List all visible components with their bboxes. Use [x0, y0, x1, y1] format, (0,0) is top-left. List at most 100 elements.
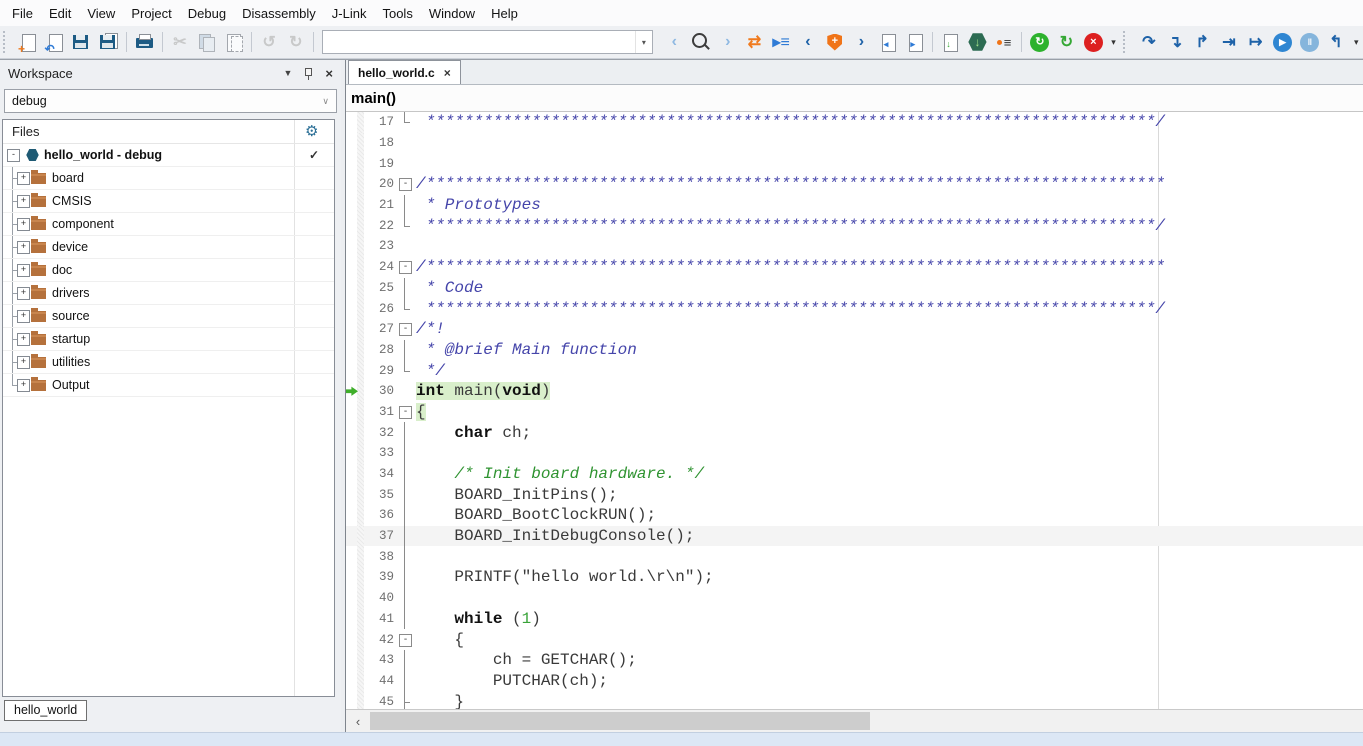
search-button[interactable]: [688, 29, 715, 56]
navigate-backward-button[interactable]: ‹: [795, 29, 822, 56]
breakpoint-margin[interactable]: [346, 112, 357, 133]
breakpoint-margin[interactable]: [346, 174, 357, 195]
run-to-cursor-button[interactable]: ⇥: [1216, 29, 1243, 56]
menu-item-tools[interactable]: Tools: [374, 2, 420, 25]
expand-box-icon[interactable]: +: [17, 172, 30, 185]
open-file-button[interactable]: ↶: [42, 29, 69, 56]
fold-collapse-icon[interactable]: -: [399, 178, 412, 191]
code-text[interactable]: ****************************************…: [416, 113, 1165, 131]
breakpoint-margin[interactable]: [346, 609, 357, 630]
code-text[interactable]: */: [416, 362, 445, 380]
expand-box-icon[interactable]: +: [17, 241, 30, 254]
code-text[interactable]: int main(void): [416, 382, 550, 400]
breakpoint-margin[interactable]: [346, 278, 357, 299]
tree-item-output[interactable]: +Output: [3, 374, 334, 397]
pin-icon[interactable]: [304, 67, 313, 80]
menu-item-debug[interactable]: Debug: [180, 2, 234, 25]
scroll-left-button[interactable]: ‹: [346, 710, 370, 732]
code-text[interactable]: * @brief Main function: [416, 341, 637, 359]
reset-button[interactable]: ↰: [1323, 29, 1350, 56]
code-text[interactable]: /*!: [416, 320, 445, 338]
menu-item-disassembly[interactable]: Disassembly: [234, 2, 324, 25]
breakpoint-margin[interactable]: [346, 215, 357, 236]
menu-item-file[interactable]: File: [4, 2, 41, 25]
horizontal-scrollbar[interactable]: ‹: [346, 709, 1363, 732]
tree-item-component[interactable]: +component: [3, 213, 334, 236]
project-root-row[interactable]: - hello_world - debug ✓: [3, 144, 334, 167]
tree-item-board[interactable]: +board: [3, 167, 334, 190]
step-out-button[interactable]: ↱: [1189, 29, 1216, 56]
code-text[interactable]: /* Init board hardware. */: [416, 465, 704, 483]
code-area[interactable]: 17 *************************************…: [346, 112, 1363, 709]
previous-document-button[interactable]: ◂: [875, 29, 902, 56]
breakpoint-margin[interactable]: [346, 691, 357, 709]
code-text[interactable]: * Code: [416, 279, 483, 297]
breakpoint-margin[interactable]: [346, 153, 357, 174]
breakpoint-margin[interactable]: [346, 588, 357, 609]
menu-item-j-link[interactable]: J-Link: [324, 2, 375, 25]
menu-item-window[interactable]: Window: [421, 2, 483, 25]
fold-collapse-icon[interactable]: -: [399, 323, 412, 336]
breakpoint-margin[interactable]: [346, 360, 357, 381]
code-text[interactable]: BOARD_InitPins();: [416, 486, 618, 504]
paste-button[interactable]: [220, 29, 247, 56]
copy-button[interactable]: [193, 29, 220, 56]
expand-box-icon[interactable]: +: [17, 218, 30, 231]
expand-box-icon[interactable]: +: [17, 379, 30, 392]
step-into-button[interactable]: ↴: [1162, 29, 1189, 56]
tree-item-device[interactable]: +device: [3, 236, 334, 259]
breakpoint-margin[interactable]: [346, 567, 357, 588]
code-text[interactable]: }: [416, 693, 464, 709]
code-text[interactable]: * Prototypes: [416, 196, 541, 214]
menu-item-view[interactable]: View: [79, 2, 123, 25]
find-previous-button[interactable]: ‹: [661, 29, 688, 56]
breakpoint-margin[interactable]: [346, 381, 357, 402]
panel-close-icon[interactable]: ×: [325, 66, 333, 81]
code-text[interactable]: ch = GETCHAR();: [416, 651, 637, 669]
tree-item-cmsis[interactable]: +CMSIS: [3, 190, 334, 213]
toggle-breakpoint-button[interactable]: +: [821, 29, 848, 56]
breakpoint-margin[interactable]: [346, 340, 357, 361]
save-all-button[interactable]: [95, 29, 122, 56]
go-button[interactable]: ▶: [1269, 29, 1296, 56]
breakpoint-margin[interactable]: [346, 257, 357, 278]
breakpoint-margin[interactable]: [346, 443, 357, 464]
code-text[interactable]: char ch;: [416, 424, 531, 442]
print-button[interactable]: [131, 29, 158, 56]
expand-box-icon[interactable]: +: [17, 264, 30, 277]
next-document-button[interactable]: ▸: [902, 29, 929, 56]
menu-item-project[interactable]: Project: [123, 2, 179, 25]
undo-button[interactable]: ↺: [256, 29, 283, 56]
tree-item-startup[interactable]: +startup: [3, 328, 334, 351]
code-text[interactable]: PRINTF("hello world.\r\n");: [416, 568, 714, 586]
breakpoint-margin[interactable]: [346, 526, 357, 547]
source-browser-button[interactable]: ≡: [991, 29, 1018, 56]
expand-box-icon[interactable]: +: [17, 310, 30, 323]
menu-item-help[interactable]: Help: [483, 2, 526, 25]
tree-item-utilities[interactable]: +utilities: [3, 351, 334, 374]
breakpoint-margin[interactable]: [346, 298, 357, 319]
code-text[interactable]: {: [416, 631, 464, 649]
breakpoint-margin[interactable]: [346, 195, 357, 216]
configuration-dropdown[interactable]: debug ∨: [4, 89, 337, 113]
function-selector-bar[interactable]: main(): [346, 85, 1363, 112]
code-text[interactable]: ****************************************…: [416, 217, 1165, 235]
fold-collapse-icon[interactable]: -: [399, 634, 412, 647]
scrollbar-thumb[interactable]: [370, 712, 870, 730]
code-text[interactable]: /***************************************…: [416, 258, 1165, 276]
code-text[interactable]: BOARD_InitDebugConsole();: [416, 527, 694, 545]
redo-button[interactable]: ↻: [283, 29, 310, 56]
navigate-forward-button[interactable]: ›: [848, 29, 875, 56]
tree-item-doc[interactable]: +doc: [3, 259, 334, 282]
collapse-box-icon[interactable]: -: [7, 149, 20, 162]
gear-icon[interactable]: ⚙: [305, 122, 318, 140]
breakpoint-margin[interactable]: [346, 629, 357, 650]
code-text[interactable]: ****************************************…: [416, 300, 1165, 318]
combobox-dropdown-icon[interactable]: ▾: [635, 31, 652, 53]
breakpoint-margin[interactable]: [346, 402, 357, 423]
code-text[interactable]: {: [416, 403, 426, 421]
breakpoint-margin[interactable]: [346, 236, 357, 257]
toolbar-overflow-button[interactable]: ▾: [1107, 29, 1121, 56]
find-next-button[interactable]: ›: [714, 29, 741, 56]
tree-item-drivers[interactable]: +drivers: [3, 282, 334, 305]
